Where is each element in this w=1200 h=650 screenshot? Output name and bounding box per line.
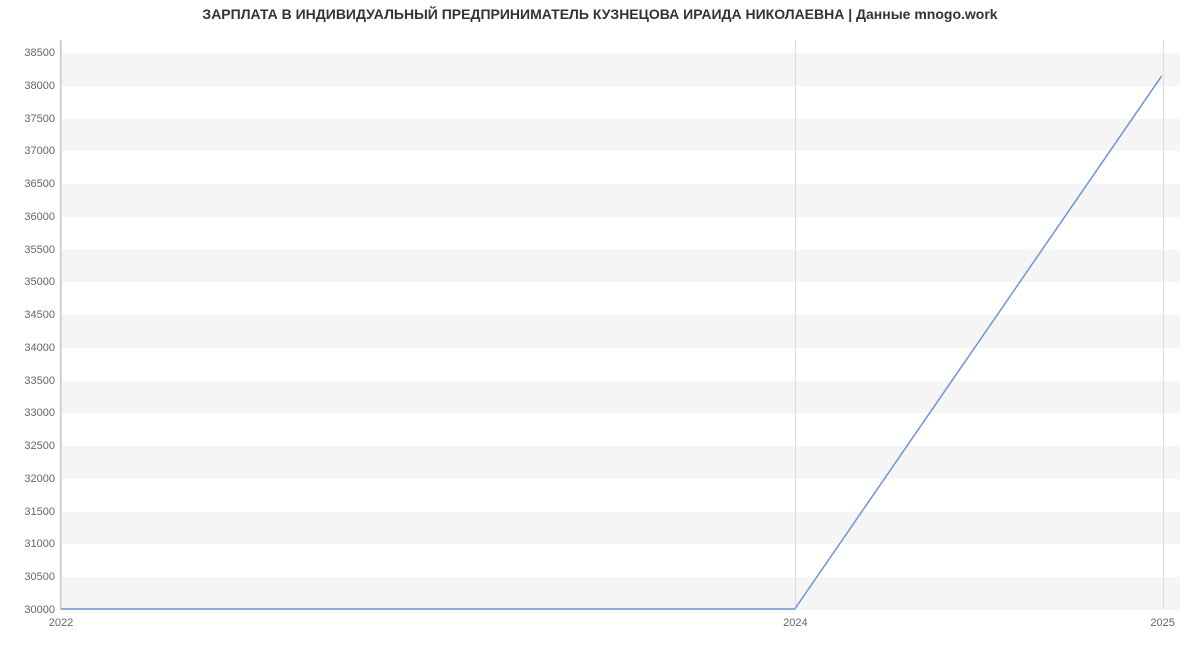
y-tick-label: 36500 [24, 178, 61, 190]
y-tick-label: 34000 [24, 342, 61, 354]
y-tick-label: 30500 [24, 571, 61, 583]
y-tick-label: 38000 [24, 80, 61, 92]
y-tick-label: 37500 [24, 113, 61, 125]
y-tick-label: 31000 [24, 538, 61, 550]
y-tick-label: 35000 [24, 276, 61, 288]
chart-title: ЗАРПЛАТА В ИНДИВИДУАЛЬНЫЙ ПРЕДПРИНИМАТЕЛ… [0, 6, 1200, 22]
plot-area: 3000030500310003150032000325003300033500… [60, 40, 1180, 610]
y-tick-label: 35500 [24, 244, 61, 256]
y-tick-label: 38500 [24, 47, 61, 59]
y-tick-label: 33500 [24, 375, 61, 387]
x-tick-label: 2024 [783, 609, 807, 629]
line-layer [61, 40, 1180, 609]
y-tick-label: 32500 [24, 440, 61, 452]
y-tick-label: 37000 [24, 145, 61, 157]
y-tick-label: 32000 [24, 473, 61, 485]
y-tick-label: 36000 [24, 211, 61, 223]
y-tick-label: 34500 [24, 309, 61, 321]
series-salary [61, 76, 1162, 609]
salary-line-chart: ЗАРПЛАТА В ИНДИВИДУАЛЬНЫЙ ПРЕДПРИНИМАТЕЛ… [0, 0, 1200, 650]
x-tick-label: 2025 [1150, 609, 1174, 629]
y-tick-label: 31500 [24, 506, 61, 518]
y-tick-label: 33000 [24, 407, 61, 419]
x-tick-label: 2022 [49, 609, 73, 629]
